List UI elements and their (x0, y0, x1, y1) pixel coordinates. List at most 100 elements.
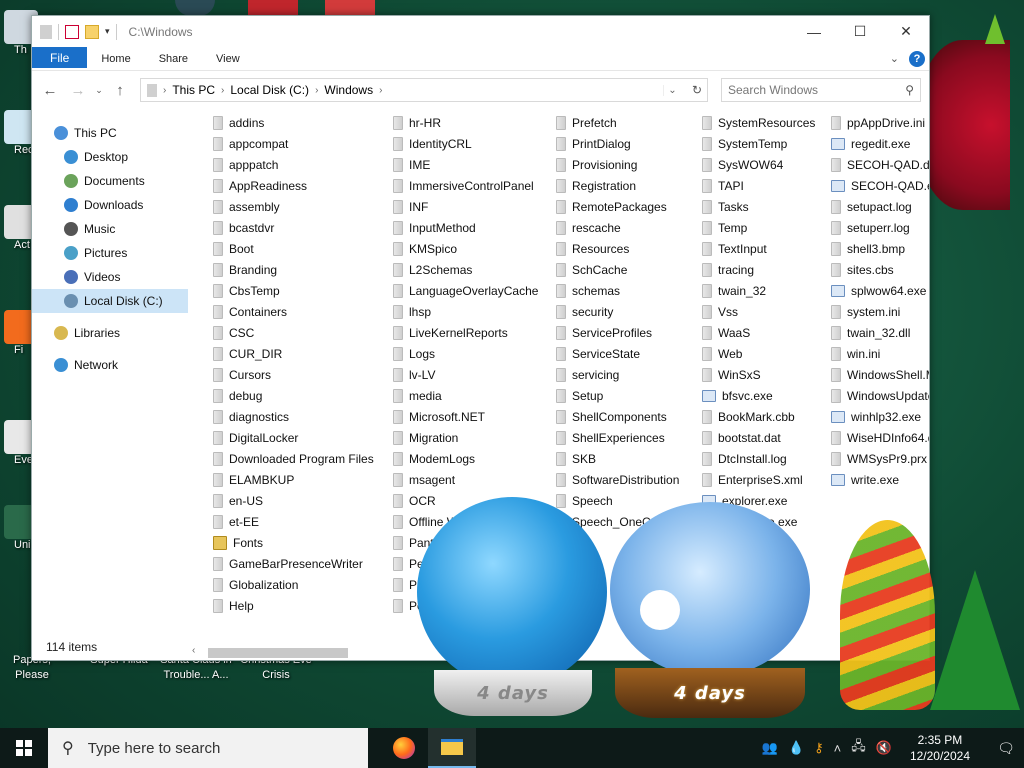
file-item[interactable]: TAPI (702, 175, 815, 196)
file-item[interactable]: PrintDialog (556, 133, 679, 154)
file-item[interactable]: setuperr.log (831, 217, 929, 238)
nav-item[interactable]: Downloads (32, 193, 188, 217)
file-item[interactable]: SchCache (556, 259, 679, 280)
file-item[interactable]: CUR_DIR (213, 343, 374, 364)
file-item[interactable]: rescache (556, 217, 679, 238)
file-item[interactable]: SECOH-QAD.dll (831, 154, 929, 175)
file-item[interactable]: write.exe (831, 469, 929, 490)
file-item[interactable]: winhlp32.exe (831, 406, 929, 427)
refresh-icon[interactable]: ↻ (687, 83, 707, 97)
file-item[interactable]: appcompat (213, 133, 374, 154)
file-item[interactable]: bcastdvr (213, 217, 374, 238)
file-item[interactable]: Fonts (213, 532, 374, 553)
tab-share[interactable]: Share (145, 47, 202, 70)
file-item[interactable]: Temp (702, 217, 815, 238)
file-item[interactable]: et-EE (213, 511, 374, 532)
file-item[interactable]: Branding (213, 259, 374, 280)
file-item[interactable]: ELAMBKUP (213, 469, 374, 490)
nav-item[interactable]: Desktop (32, 145, 188, 169)
file-item[interactable]: IdentityCRL (393, 133, 538, 154)
file-item[interactable]: schemas (556, 280, 679, 301)
tab-view[interactable]: View (202, 47, 254, 70)
file-item[interactable]: media (393, 385, 538, 406)
expand-ribbon-icon[interactable]: ⌄ (890, 52, 899, 65)
file-item[interactable]: Web (702, 343, 815, 364)
file-item[interactable]: twain_32.dll (831, 322, 929, 343)
forward-button[interactable]: → (66, 78, 90, 102)
file-item[interactable]: Resources (556, 238, 679, 259)
file-item[interactable]: assembly (213, 196, 374, 217)
file-item[interactable]: LanguageOverlayCache (393, 280, 538, 301)
nav-item[interactable]: Videos (32, 265, 188, 289)
file-item[interactable]: WinSxS (702, 364, 815, 385)
file-item[interactable]: SECOH-QAD.exe (831, 175, 929, 196)
file-item[interactable]: Registration (556, 175, 679, 196)
file-item[interactable]: ppAppDrive.ini (831, 112, 929, 133)
volume-muted-icon[interactable]: 🔇 (876, 740, 892, 756)
file-item[interactable]: DtcInstall.log (702, 448, 815, 469)
tab-home[interactable]: Home (87, 47, 144, 70)
file-item[interactable]: splwow64.exe (831, 280, 929, 301)
address-bar[interactable]: › This PC › Local Disk (C:) › Windows › … (140, 78, 708, 102)
search-box[interactable]: Search Windows ⚲ (721, 78, 921, 102)
file-item[interactable]: Containers (213, 301, 374, 322)
clock[interactable]: 2:35 PM 12/20/2024 (902, 732, 978, 764)
file-item[interactable]: msagent (393, 469, 538, 490)
file-item[interactable]: regedit.exe (831, 133, 929, 154)
back-button[interactable]: ← (38, 78, 62, 102)
nav-item[interactable]: Pictures (32, 241, 188, 265)
new-folder-icon[interactable] (85, 24, 99, 39)
file-item[interactable]: KMSpico (393, 238, 538, 259)
breadcrumb-windows[interactable]: Windows (324, 83, 373, 97)
file-item[interactable]: security (556, 301, 679, 322)
file-item[interactable]: WaaS (702, 322, 815, 343)
file-item[interactable]: EnterpriseS.xml (702, 469, 815, 490)
file-item[interactable]: Globalization (213, 574, 374, 595)
file-item[interactable]: Setup (556, 385, 679, 406)
file-item[interactable]: LiveKernelReports (393, 322, 538, 343)
file-item[interactable]: Cursors (213, 364, 374, 385)
nav-item[interactable]: Local Disk (C:) (32, 289, 188, 313)
file-item[interactable]: Provisioning (556, 154, 679, 175)
file-explorer-taskbar-icon[interactable] (428, 728, 476, 768)
file-item[interactable]: twain_32 (702, 280, 815, 301)
file-item[interactable]: CSC (213, 322, 374, 343)
file-item[interactable]: hr-HR (393, 112, 538, 133)
network-icon[interactable]: 🖧 (851, 737, 866, 759)
file-item[interactable]: ShellComponents (556, 406, 679, 427)
file-item[interactable]: diagnostics (213, 406, 374, 427)
file-item[interactable]: ServiceState (556, 343, 679, 364)
file-item[interactable]: Prefetch (556, 112, 679, 133)
file-item[interactable]: DigitalLocker (213, 427, 374, 448)
help-icon[interactable]: ? (909, 50, 925, 67)
file-item[interactable]: Tasks (702, 196, 815, 217)
file-item[interactable]: ShellExperiences (556, 427, 679, 448)
file-item[interactable]: GameBarPresenceWriter (213, 553, 374, 574)
nav-item[interactable]: Documents (32, 169, 188, 193)
file-item[interactable]: SoftwareDistribution (556, 469, 679, 490)
breadcrumb-this-pc[interactable]: This PC (172, 83, 215, 97)
file-item[interactable]: setupact.log (831, 196, 929, 217)
file-item[interactable]: IME (393, 154, 538, 175)
file-item[interactable]: RemotePackages (556, 196, 679, 217)
minimize-button[interactable]: — (791, 16, 837, 47)
notification-icon[interactable]: 🗨 (988, 740, 1024, 757)
nav-item[interactable]: Libraries (32, 321, 188, 345)
file-item[interactable]: SKB (556, 448, 679, 469)
file-item[interactable]: CbsTemp (213, 280, 374, 301)
file-item[interactable]: Vss (702, 301, 815, 322)
recent-locations-icon[interactable]: ⌄ (94, 78, 104, 102)
breadcrumb-local-disk[interactable]: Local Disk (C:) (230, 83, 309, 97)
properties-icon[interactable] (65, 24, 79, 39)
file-item[interactable]: SystemResources (702, 112, 815, 133)
up-button[interactable]: ↑ (108, 78, 132, 102)
file-item[interactable]: ModemLogs (393, 448, 538, 469)
file-item[interactable]: lv-LV (393, 364, 538, 385)
drop-icon[interactable]: 💧 (788, 740, 804, 756)
file-item[interactable]: Help (213, 595, 374, 616)
file-item[interactable]: Boot (213, 238, 374, 259)
file-item[interactable]: WMSysPr9.prx (831, 448, 929, 469)
maximize-button[interactable]: ☐ (837, 16, 883, 47)
file-item[interactable]: L2Schemas (393, 259, 538, 280)
file-item[interactable]: Logs (393, 343, 538, 364)
